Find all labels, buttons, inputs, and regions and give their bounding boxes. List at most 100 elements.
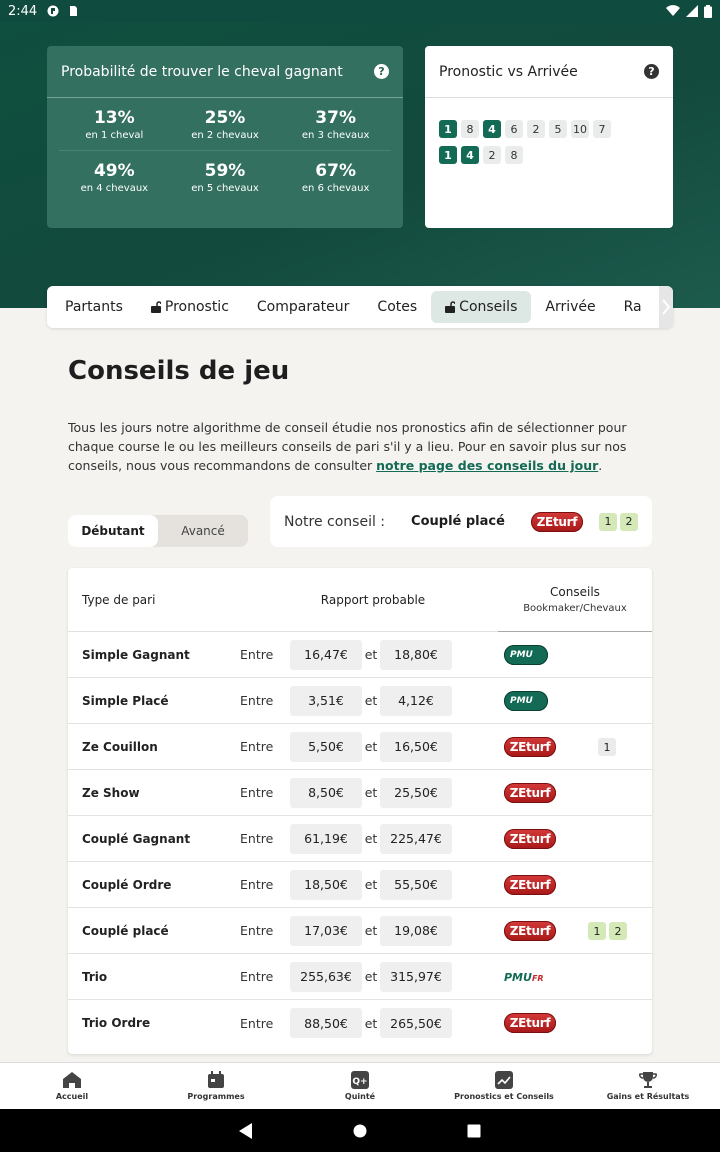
rapport-max: 18,80€ [380, 639, 452, 670]
probability-value: 37% [315, 107, 356, 128]
nav-accueil[interactable]: Accueil [0, 1063, 144, 1109]
tab-label: Comparateur [256, 299, 350, 315]
pmu-fr-logo[interactable]: PMUFR [504, 971, 544, 984]
notification-icon [47, 5, 59, 17]
bookmaker-cell: ZEturf [504, 1000, 556, 1046]
nav-label: Quinté [344, 1092, 376, 1101]
zeturf-logo[interactable]: ZEturf [504, 875, 556, 895]
table-row: Ze Couillon Entre 5,50€ et 16,50€ ZEturf 1 [68, 724, 652, 770]
nav-quinte[interactable]: Q+ Quinté [288, 1063, 432, 1109]
rapport-min: 16,47€ [290, 639, 362, 670]
et-label: et [364, 831, 378, 846]
tab-conseils[interactable]: Conseils [431, 291, 532, 323]
advised-horses: 12 [588, 908, 627, 954]
horse-number: 1 [599, 512, 617, 531]
advice-label: Notre conseil : [284, 513, 386, 530]
rapport-min: 8,50€ [290, 777, 362, 808]
unlock-icon [445, 301, 456, 313]
race-tabs: Partants Pronostic Comparateur Cotes Con… [47, 286, 673, 328]
toggle-avance[interactable]: Avancé [158, 515, 248, 547]
calendar-icon [208, 1071, 224, 1088]
zeturf-logo[interactable]: ZEturf [504, 783, 556, 803]
zeturf-logo[interactable]: ZEturf [530, 511, 583, 532]
zeturf-logo[interactable]: ZEturf [504, 1013, 556, 1033]
nav-gains[interactable]: Gains et Résultats [576, 1063, 720, 1109]
home-circle-icon[interactable] [353, 1124, 367, 1138]
et-label: et [364, 969, 378, 984]
horse-number: 1 [439, 120, 457, 138]
et-label: et [364, 877, 378, 892]
horse-number: 2 [483, 146, 501, 164]
pmu-logo[interactable]: PMU [504, 691, 548, 711]
tab-label: Pronostic [164, 299, 229, 315]
tab-partants[interactable]: Partants [65, 291, 137, 323]
bookmaker-cell: ZEturf [504, 724, 556, 770]
rapport-max: 16,50€ [380, 731, 452, 762]
nav-label: Pronostics et Conseils [454, 1092, 554, 1101]
nav-label: Gains et Résultats [606, 1092, 690, 1101]
advice-card: Notre conseil : Couplé placé ZEturf 1 2 [270, 496, 652, 547]
et-label: et [364, 785, 378, 800]
entre-label: Entre [240, 739, 274, 754]
pronostic-title: Pronostic vs Arrivée [439, 63, 578, 80]
table-row: Simple Gagnant Entre 16,47€ et 18,80€ PMU [68, 632, 652, 678]
nav-programmes[interactable]: Programmes [144, 1063, 288, 1109]
pmu-logo[interactable]: PMU [504, 645, 548, 665]
pronostic-vs-arrivee-card: Pronostic vs Arrivée ? 1 8 4 6 2 5 10 7 1428 [425, 46, 673, 228]
svg-text:Q+: Q+ [352, 1077, 367, 1087]
battery-icon [704, 4, 712, 18]
entre-label: Entre [240, 969, 274, 984]
wifi-icon [666, 5, 680, 17]
zeturf-logo[interactable]: ZEturf [504, 921, 556, 941]
bookmaker-cell: ZEturf [504, 816, 556, 862]
bets-table: Type de pari Rapport probable Conseils B… [68, 568, 652, 1054]
pmu-fr-logo-main: PMU [504, 970, 532, 984]
horse-number: 2 [527, 120, 545, 138]
intro-end: . [598, 458, 603, 473]
bottom-nav: Accueil Programmes Q+ Quinté Pronostics … [0, 1062, 720, 1109]
horse-number: 2 [609, 922, 627, 940]
entre-label: Entre [240, 923, 274, 938]
chevron-right-icon[interactable] [659, 286, 673, 328]
toggle-debutant[interactable]: Débutant [68, 515, 158, 547]
back-icon[interactable] [239, 1122, 253, 1139]
probability-cell: 67% en 6 chevaux [280, 151, 391, 204]
tab-rapports[interactable]: Ra [610, 291, 656, 323]
probability-value: 49% [93, 161, 135, 181]
probability-cell: 59% en 5 chevaux [170, 151, 281, 204]
tab-comparateur[interactable]: Comparateur [243, 291, 364, 323]
probability-title: Probabilité de trouver le cheval gagnant [61, 63, 343, 80]
tab-arrivee[interactable]: Arrivée [531, 291, 609, 323]
conseils-du-jour-link[interactable]: notre page des conseils du jour [376, 458, 598, 473]
entre-label: Entre [240, 831, 274, 846]
bet-type: Simple Placé [82, 693, 169, 708]
nav-pronostics[interactable]: Pronostics et Conseils [432, 1063, 576, 1109]
bookmaker-cell: ZEturf [504, 770, 556, 816]
status-bar: 2:44 [0, 0, 720, 22]
help-icon[interactable]: ? [374, 64, 389, 79]
et-label: et [364, 739, 378, 754]
probability-label: en 5 chevaux [191, 183, 259, 194]
entre-label: Entre [240, 877, 274, 892]
tab-label: Cotes [377, 299, 418, 315]
system-navigation-bar [0, 1109, 720, 1152]
tab-cotes[interactable]: Cotes [363, 291, 431, 323]
intro-text: Tous les jours notre algorithme de conse… [68, 418, 658, 475]
recents-icon[interactable] [467, 1124, 481, 1138]
help-icon[interactable]: ? [644, 64, 659, 79]
probability-cell: 13% en 1 cheval [59, 98, 170, 151]
rapport-min: 3,51€ [290, 685, 362, 716]
unlock-icon [150, 301, 161, 313]
probability-label: en 3 chevaux [301, 129, 370, 141]
horse-number: 5 [549, 120, 567, 138]
probability-value: 25% [204, 107, 246, 128]
zeturf-logo[interactable]: ZEturf [504, 829, 556, 849]
et-label: et [364, 647, 378, 662]
zeturf-logo[interactable]: ZEturf [504, 737, 556, 757]
et-label: et [364, 1015, 378, 1031]
et-label: et [364, 923, 378, 938]
tab-label: Partants [65, 299, 123, 315]
tab-pronostic[interactable]: Pronostic [137, 291, 243, 323]
page-title: Conseils de jeu [68, 356, 290, 386]
probability-label: en 4 chevaux [80, 183, 149, 194]
